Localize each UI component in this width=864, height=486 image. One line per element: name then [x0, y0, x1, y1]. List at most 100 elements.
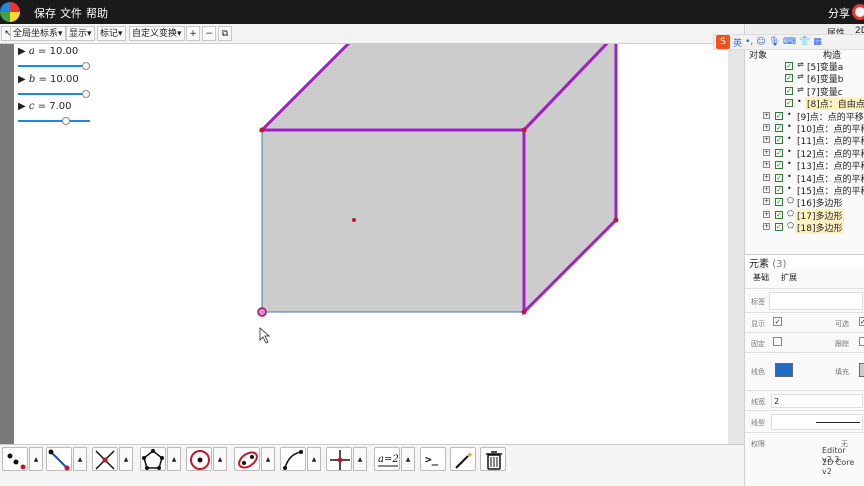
- expand-arrow-icon[interactable]: ▶: [18, 101, 26, 112]
- polygon-tool-icon[interactable]: [140, 447, 166, 471]
- visibility-checkbox[interactable]: ✓: [785, 74, 793, 83]
- segment-tool-menu[interactable]: ▲: [73, 447, 87, 471]
- vertex-point[interactable]: [521, 127, 527, 133]
- ime-mic-icon[interactable]: 🎙: [769, 37, 780, 47]
- share-button[interactable]: 分享: [828, 5, 850, 21]
- free-point-handle[interactable]: [257, 307, 267, 317]
- measure-tool-menu[interactable]: ▲: [401, 447, 415, 471]
- expand-arrow-icon[interactable]: ▶: [18, 74, 26, 85]
- visibility-checkbox[interactable]: ✓: [775, 111, 783, 120]
- visibility-checkbox[interactable]: ✓: [785, 86, 793, 95]
- custom-transform-dropdown[interactable]: 自定义变换▾: [129, 26, 185, 41]
- mark-dropdown[interactable]: 标记▾: [97, 26, 126, 41]
- expand-toggle-icon[interactable]: +: [763, 124, 770, 131]
- conic-tool-icon[interactable]: [234, 447, 260, 471]
- trace-checkbox[interactable]: [859, 337, 864, 346]
- ime-keyboard-icon[interactable]: ⌨: [783, 37, 796, 47]
- measure-tool-icon[interactable]: a=2: [374, 447, 400, 471]
- intersection-tool-icon[interactable]: [92, 447, 118, 471]
- fill-swatch[interactable]: [859, 363, 864, 377]
- expand-toggle-icon[interactable]: +: [763, 198, 770, 206]
- menu-save[interactable]: 保存: [34, 5, 56, 21]
- visibility-checkbox[interactable]: ✓: [775, 173, 783, 182]
- segment-tool-icon[interactable]: [46, 447, 72, 471]
- top-face[interactable]: [258, 44, 616, 132]
- slider-c[interactable]: ▶ c = 7.00: [18, 101, 108, 127]
- drawing-canvas[interactable]: ▶ a = 10.00 ▶ b = 10.00 ▶ c = 7.00: [14, 44, 728, 444]
- ime-lang[interactable]: 英: [733, 36, 742, 49]
- sogou-icon[interactable]: S: [716, 35, 730, 49]
- command-tool-icon[interactable]: >_: [420, 447, 446, 471]
- fixed-checkbox[interactable]: [773, 337, 782, 346]
- user-avatar-icon[interactable]: [852, 4, 864, 20]
- vertex-point[interactable]: [259, 127, 265, 133]
- front-face[interactable]: [262, 130, 524, 312]
- visibility-checkbox[interactable]: ✓: [775, 198, 783, 207]
- display-dropdown[interactable]: 显示▾: [66, 26, 95, 41]
- object-list-item[interactable]: + ✓ • [12]点：点的平移: [745, 147, 864, 160]
- object-list-item[interactable]: + ✓ • [13]点：点的平移: [745, 159, 864, 172]
- visibility-checkbox[interactable]: ✓: [775, 124, 783, 132]
- visibility-checkbox[interactable]: ✓: [785, 99, 793, 108]
- ime-punct-icon[interactable]: •,: [745, 37, 753, 47]
- object-list-item[interactable]: + ✓ • [15]点：点的平移: [745, 184, 864, 197]
- line-color-swatch[interactable]: [775, 363, 793, 377]
- circle-tool-icon[interactable]: [186, 447, 212, 471]
- visibility-checkbox[interactable]: ✓: [775, 136, 783, 145]
- circle-tool-menu[interactable]: ▲: [213, 447, 227, 471]
- line-style-select[interactable]: [771, 414, 863, 430]
- menu-file[interactable]: 文件: [60, 5, 82, 21]
- ime-grid-icon[interactable]: ▦: [813, 37, 822, 47]
- slider-b-track[interactable]: [18, 93, 90, 95]
- object-list-item[interactable]: + ✓ ⬠ [16]多边形: [745, 196, 864, 209]
- label-input[interactable]: [769, 292, 863, 310]
- menu-help[interactable]: 帮助: [86, 5, 108, 21]
- transform-tool-icon[interactable]: [326, 447, 352, 471]
- function-tool-menu[interactable]: ▲: [307, 447, 321, 471]
- object-list-item[interactable]: + ✓ • [10]点：点的平移: [745, 122, 864, 135]
- selectable-checkbox[interactable]: ✓: [859, 317, 864, 326]
- show-checkbox[interactable]: ✓: [773, 317, 782, 326]
- expand-toggle-icon[interactable]: +: [763, 111, 770, 119]
- object-list-item[interactable]: + ✓ ⬠ [17]多边形: [745, 208, 864, 222]
- object-list-item[interactable]: ✓ ⇌ [5]变量a: [745, 60, 864, 73]
- transform-tool-menu[interactable]: ▲: [353, 447, 367, 471]
- visibility-checkbox[interactable]: ✓: [775, 223, 783, 232]
- delete-trash-icon[interactable]: [480, 447, 506, 471]
- object-list-item[interactable]: ✓ • [8]点：自由点: [745, 97, 864, 111]
- expand-toggle-icon[interactable]: +: [763, 148, 770, 156]
- expand-toggle-icon[interactable]: +: [763, 136, 770, 144]
- expand-toggle-icon[interactable]: +: [763, 161, 770, 169]
- slider-b[interactable]: ▶ b = 10.00: [18, 74, 108, 100]
- visibility-checkbox[interactable]: ✓: [775, 148, 783, 157]
- copy-icon[interactable]: ⧉: [218, 26, 232, 41]
- expand-toggle-icon[interactable]: +: [763, 210, 770, 218]
- slider-b-knob[interactable]: [82, 90, 91, 98]
- conic-tool-menu[interactable]: ▲: [261, 447, 275, 471]
- expand-toggle-icon[interactable]: +: [763, 223, 770, 231]
- expand-toggle-icon[interactable]: +: [763, 186, 770, 193]
- vertex-point[interactable]: [521, 309, 527, 315]
- point-tool-menu[interactable]: ▲: [29, 447, 43, 471]
- ime-skin-icon[interactable]: 👕: [799, 37, 810, 47]
- intersection-tool-menu[interactable]: ▲: [119, 447, 133, 471]
- center-point[interactable]: [352, 218, 356, 222]
- visibility-checkbox[interactable]: ✓: [775, 161, 783, 170]
- slider-a[interactable]: ▶ a = 10.00: [18, 46, 108, 72]
- object-list-item[interactable]: + ✓ • [14]点：点的平移: [745, 172, 864, 185]
- object-list-item[interactable]: ✓ ⇌ [7]变量c: [745, 85, 864, 98]
- magic-wand-icon[interactable]: ✦: [450, 447, 476, 471]
- tab-extended[interactable]: 扩展: [781, 272, 797, 283]
- slider-a-track[interactable]: [18, 65, 90, 67]
- object-list-item[interactable]: + ✓ ⬠ [18]多边形: [745, 221, 864, 235]
- right-face[interactable]: [522, 44, 618, 316]
- ime-emoji-icon[interactable]: ☺: [756, 37, 765, 47]
- polygon-tool-menu[interactable]: ▲: [167, 447, 181, 471]
- slider-a-knob[interactable]: [82, 62, 91, 70]
- object-list-item[interactable]: + ✓ • [9]点：点的平移: [745, 110, 864, 123]
- visibility-checkbox[interactable]: ✓: [775, 186, 783, 194]
- slider-c-track[interactable]: [18, 120, 90, 122]
- tab-basic[interactable]: 基础: [753, 272, 769, 283]
- expand-toggle-icon[interactable]: +: [763, 173, 770, 181]
- zoom-out-icon[interactable]: −: [202, 26, 216, 41]
